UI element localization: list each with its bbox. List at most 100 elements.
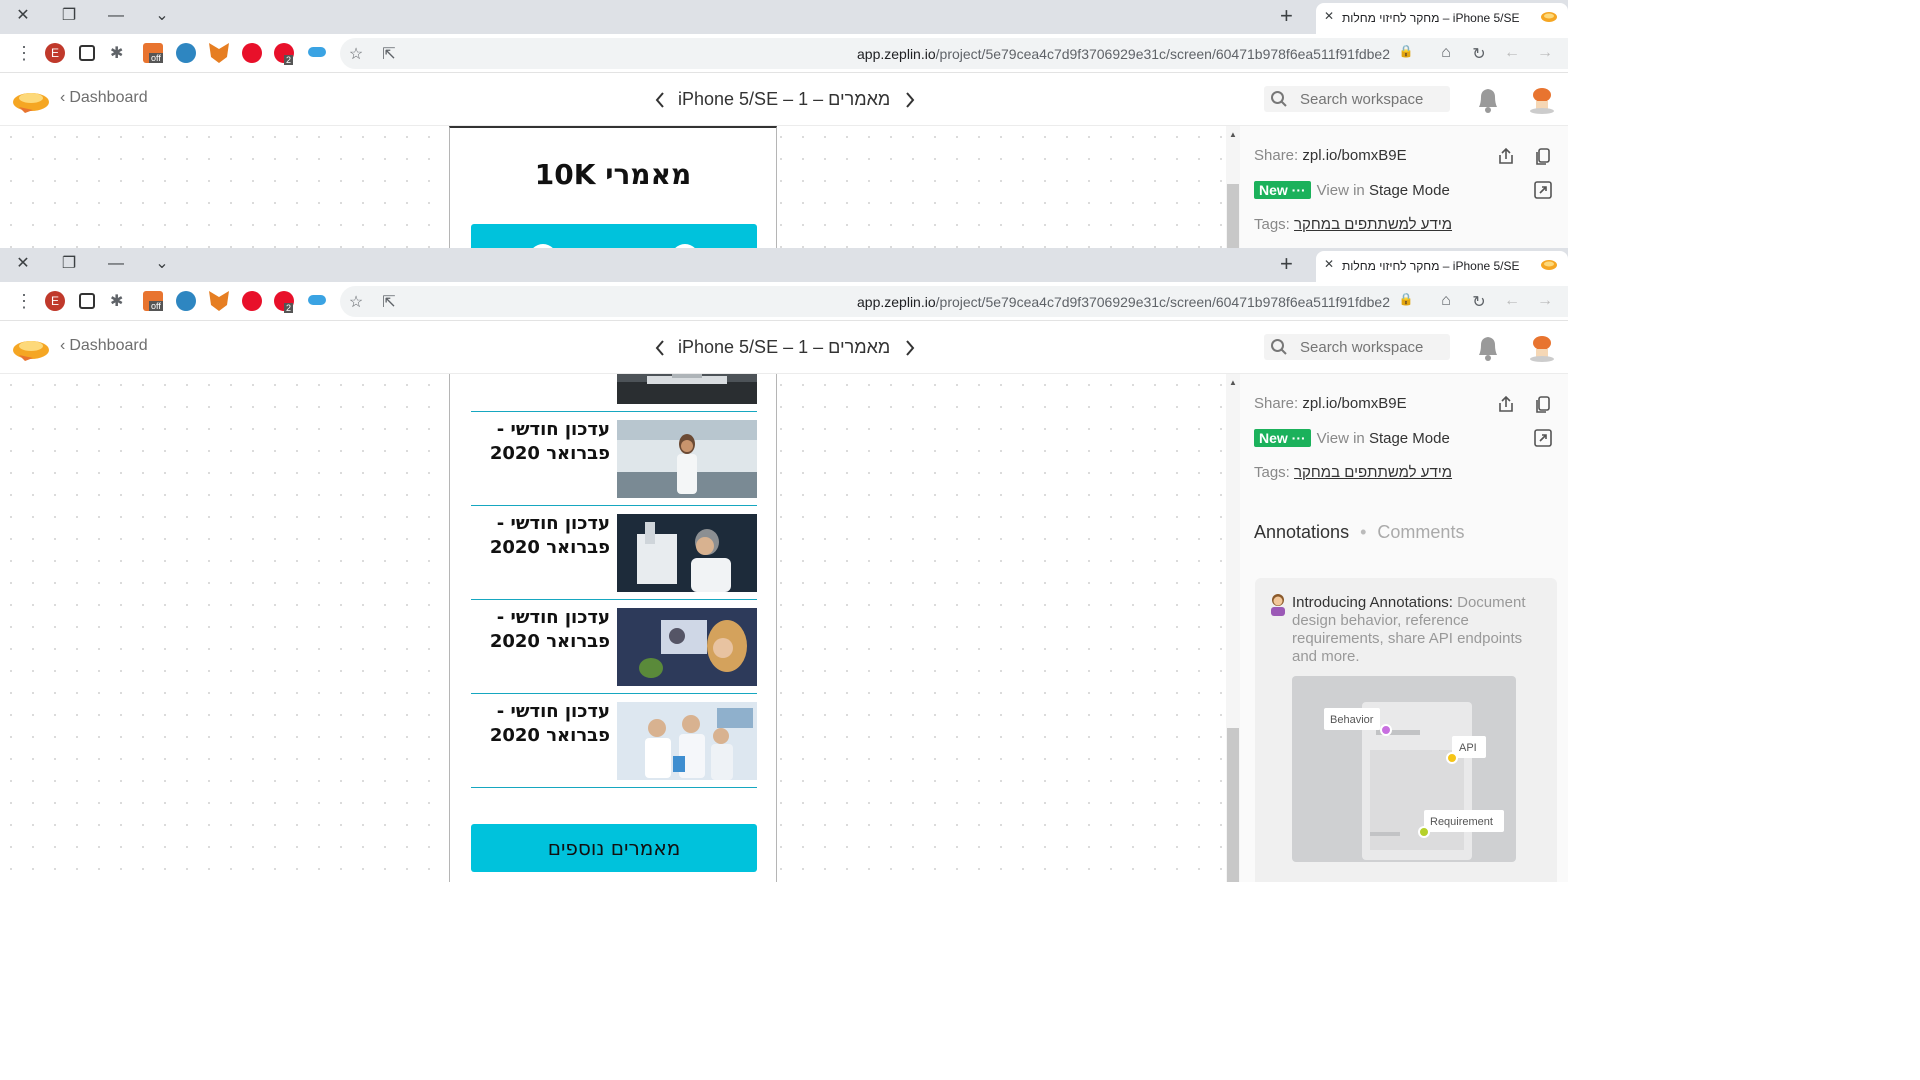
share-upload-icon[interactable]: [1496, 146, 1516, 166]
off-extension-icon[interactable]: off: [143, 43, 163, 63]
next-screen-icon[interactable]: [900, 87, 920, 113]
new-tab-button[interactable]: +: [1280, 3, 1293, 29]
address-bar[interactable]: ☆ ⇱ app.zeplin.io/project/5e79cea4c7d9f3…: [340, 286, 1568, 317]
expand-icon[interactable]: [1533, 428, 1553, 448]
stage-mode-row[interactable]: New ··· View in Stage Mode: [1254, 181, 1450, 199]
scroll-thumb[interactable]: [1227, 728, 1239, 882]
user-avatar[interactable]: [1527, 83, 1557, 115]
copy-link-icon[interactable]: [1533, 146, 1553, 166]
tab-title: מחקר לחיזוי מחלות – iPhone 5/SE: [1342, 259, 1520, 273]
minimize-window-icon[interactable]: —: [101, 250, 131, 280]
share-page-icon[interactable]: ⇱: [379, 292, 399, 312]
adblock-icon[interactable]: 2: [274, 291, 294, 313]
adblock-icon[interactable]: 2: [274, 43, 294, 65]
prev-screen-icon[interactable]: [650, 335, 670, 361]
article-title: עדכון חודשי - פברואר 2020: [489, 513, 610, 558]
share-upload-icon[interactable]: [1496, 394, 1516, 414]
more-articles-button[interactable]: מאמרים נוספים: [471, 824, 757, 872]
bookmark-star-icon[interactable]: ☆: [346, 44, 366, 64]
new-tab-button[interactable]: +: [1280, 251, 1293, 277]
tag-link[interactable]: מידע למשתתפים במחקר: [1294, 216, 1452, 233]
user-avatar[interactable]: [1527, 331, 1557, 363]
search-input[interactable]: [1300, 89, 1444, 109]
profile-e-icon[interactable]: E: [45, 43, 65, 63]
home-icon[interactable]: ⌂: [1436, 44, 1456, 64]
artboard[interactable]: עדכון חודשי - פברואר 2020 עדכון חודשי - פ…: [449, 374, 777, 882]
reload-icon[interactable]: ↻: [1469, 292, 1489, 312]
bell-notifications-icon[interactable]: [1474, 333, 1502, 363]
metamask-fox-icon[interactable]: [209, 291, 229, 311]
stage-mode-row[interactable]: New ··· View in Stage Mode: [1254, 429, 1450, 447]
close-tab-icon[interactable]: ✕: [1324, 9, 1334, 23]
share-page-icon[interactable]: ⇱: [379, 44, 399, 64]
tab-search-icon[interactable]: ⌄: [147, 250, 177, 280]
sidebar-icon[interactable]: [79, 293, 95, 309]
restore-window-icon[interactable]: ❐: [54, 2, 84, 32]
browser-tab[interactable]: ✕ מחקר לחיזוי מחלות – iPhone 5/SE: [1316, 3, 1568, 34]
article-card[interactable]: עדכון חודשי - פברואר 2020: [471, 694, 757, 788]
address-bar[interactable]: ☆ ⇱ app.zeplin.io/project/5e79cea4c7d9f3…: [340, 38, 1568, 69]
article-thumbnail: [617, 514, 757, 592]
inspector-panel: Share: zpl.io/bomxB9E New ··· View in Sta…: [1240, 126, 1568, 248]
home-icon[interactable]: ⌂: [1436, 292, 1456, 312]
bell-notifications-icon[interactable]: [1474, 85, 1502, 115]
sidebar-icon[interactable]: [79, 45, 95, 61]
workspace-search[interactable]: [1264, 86, 1450, 112]
canvas-scrollbar[interactable]: ▲: [1226, 126, 1240, 248]
article-card[interactable]: עדכון חודשי - פברואר 2020: [471, 506, 757, 600]
copy-link-icon[interactable]: [1533, 394, 1553, 414]
puzzle-extensions-icon[interactable]: ✱: [110, 291, 130, 311]
metamask-fox-icon[interactable]: [209, 43, 229, 63]
expand-icon[interactable]: [1533, 180, 1553, 200]
tab-annotations[interactable]: Annotations: [1254, 522, 1349, 542]
opera-icon[interactable]: [242, 291, 262, 311]
top-cta-bar[interactable]: [471, 224, 757, 248]
workspace-search[interactable]: [1264, 334, 1450, 360]
forward-arrow-icon[interactable]: →: [1535, 292, 1555, 312]
browser-tab[interactable]: ✕ מחקר לחיזוי מחלות – iPhone 5/SE: [1316, 251, 1568, 282]
zeplin-logo-icon[interactable]: [11, 331, 51, 365]
off-extension-icon[interactable]: off: [143, 291, 163, 311]
next-screen-icon[interactable]: [900, 335, 920, 361]
article-card[interactable]: עדכון חודשי - פברואר 2020: [471, 600, 757, 694]
restore-window-icon[interactable]: ❐: [54, 250, 84, 280]
article-title: עדכון חודשי - פברואר 2020: [489, 701, 610, 746]
scroll-up-icon[interactable]: ▲: [1229, 378, 1237, 387]
back-arrow-icon[interactable]: ←: [1502, 44, 1522, 64]
dashboard-link[interactable]: ‹ Dashboard: [60, 89, 148, 107]
menu-dots-icon[interactable]: ⋮: [14, 291, 34, 311]
globe-extension-icon[interactable]: [176, 43, 196, 63]
globe-extension-icon[interactable]: [176, 291, 196, 311]
reload-icon[interactable]: ↻: [1469, 44, 1489, 64]
scroll-up-icon[interactable]: ▲: [1229, 130, 1237, 139]
browser-window-bottom: ✕ ❐ — ⌄ + ✕ מחקר לחיזוי מחלות – iPhone 5…: [0, 248, 1568, 882]
close-tab-icon[interactable]: ✕: [1324, 257, 1334, 271]
menu-dots-icon[interactable]: ⋮: [14, 43, 34, 63]
puzzle-extensions-icon[interactable]: ✱: [110, 43, 130, 63]
zeplin-logo-icon[interactable]: [11, 83, 51, 117]
share-link[interactable]: zpl.io/bomxB9E: [1302, 395, 1406, 412]
prev-screen-icon[interactable]: [650, 87, 670, 113]
bookmark-star-icon[interactable]: ☆: [346, 292, 366, 312]
cloud-extension-icon[interactable]: [308, 47, 326, 57]
close-window-icon[interactable]: ✕: [8, 250, 38, 280]
forward-arrow-icon[interactable]: →: [1535, 44, 1555, 64]
tag-link[interactable]: מידע למשתתפים במחקר: [1294, 464, 1452, 481]
share-link[interactable]: zpl.io/bomxB9E: [1302, 147, 1406, 164]
tab-comments[interactable]: Comments: [1377, 522, 1464, 542]
opera-icon[interactable]: [242, 43, 262, 63]
minimize-window-icon[interactable]: —: [101, 2, 131, 32]
back-arrow-icon[interactable]: ←: [1502, 292, 1522, 312]
scroll-thumb[interactable]: [1227, 184, 1239, 248]
dashboard-link[interactable]: ‹ Dashboard: [60, 337, 148, 355]
tab-search-icon[interactable]: ⌄: [147, 2, 177, 32]
article-card[interactable]: עדכון חודשי - פברואר 2020: [471, 412, 757, 506]
inspector-panel: Share: zpl.io/bomxB9E New ··· View in Sta…: [1240, 374, 1568, 882]
artboard[interactable]: מאמרי 10K: [449, 126, 777, 248]
search-input[interactable]: [1300, 337, 1444, 357]
article-card[interactable]: [471, 374, 757, 412]
profile-e-icon[interactable]: E: [45, 291, 65, 311]
cloud-extension-icon[interactable]: [308, 295, 326, 305]
canvas-scrollbar[interactable]: ▲: [1226, 374, 1240, 882]
close-window-icon[interactable]: ✕: [8, 2, 38, 32]
